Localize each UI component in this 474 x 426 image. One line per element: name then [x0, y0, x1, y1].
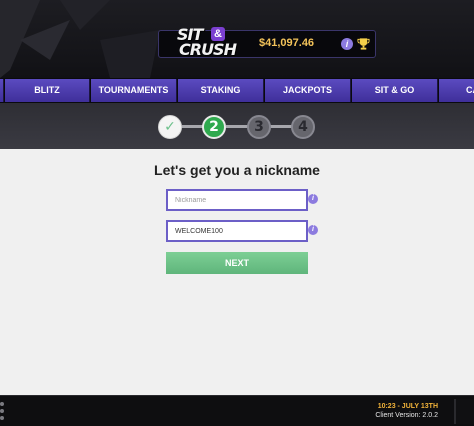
background-deco: [0, 0, 160, 78]
sit-and-crush-logo[interactable]: SIT & CRUSH: [167, 25, 237, 63]
nickname-form: Let's get you a nickname i i NEXT: [0, 149, 474, 395]
step-2: 2: [202, 115, 226, 139]
nav-tab-partial-left[interactable]: [0, 79, 4, 102]
footer-side-panel[interactable]: [454, 399, 474, 424]
tab-partial-right[interactable]: CA: [439, 79, 474, 102]
tab-tournaments[interactable]: TOURNAMENTS: [91, 79, 177, 102]
logo-ampersand: &: [211, 27, 225, 41]
tab-blitz[interactable]: BLITZ: [5, 79, 90, 102]
next-button[interactable]: NEXT: [166, 252, 308, 274]
drag-handle-icon[interactable]: [0, 402, 5, 420]
promo-code-input[interactable]: [166, 220, 308, 242]
tab-sit-and-go[interactable]: SIT & GO: [352, 79, 438, 102]
nickname-input[interactable]: [166, 189, 308, 211]
step-connector: [226, 125, 248, 128]
step-3: 3: [247, 115, 271, 139]
tab-staking[interactable]: STAKING: [178, 79, 264, 102]
step-1-check-icon: ✓: [158, 115, 182, 139]
footer-bar: 10:23 - JULY 13TH Client Version: 2.0.2: [0, 395, 474, 426]
form-heading: Let's get you a nickname: [154, 162, 320, 178]
main-nav: BLITZ TOURNAMENTS STAKING JACKPOTS SIT &…: [0, 78, 474, 103]
tab-jackpots[interactable]: JACKPOTS: [265, 79, 351, 102]
nickname-info-icon[interactable]: i: [308, 194, 318, 204]
trophy-icon[interactable]: [357, 37, 370, 51]
step-4: 4: [291, 115, 315, 139]
footer-time: 10:23 - JULY 13TH: [377, 403, 438, 410]
logo-line2: CRUSH: [179, 40, 237, 59]
info-icon[interactable]: i: [341, 38, 353, 50]
account-balance: $41,097.46: [259, 37, 315, 49]
top-header: SIT & CRUSH $41,097.46 i: [0, 0, 474, 78]
step-connector: [182, 125, 204, 128]
step-progress: ✓ 2 3 4: [0, 103, 474, 149]
promo-info-icon[interactable]: i: [308, 225, 318, 235]
step-connector: [270, 125, 292, 128]
brand-box: SIT & CRUSH $41,097.46 i: [158, 25, 376, 59]
client-version: Client Version: 2.0.2: [375, 412, 438, 419]
